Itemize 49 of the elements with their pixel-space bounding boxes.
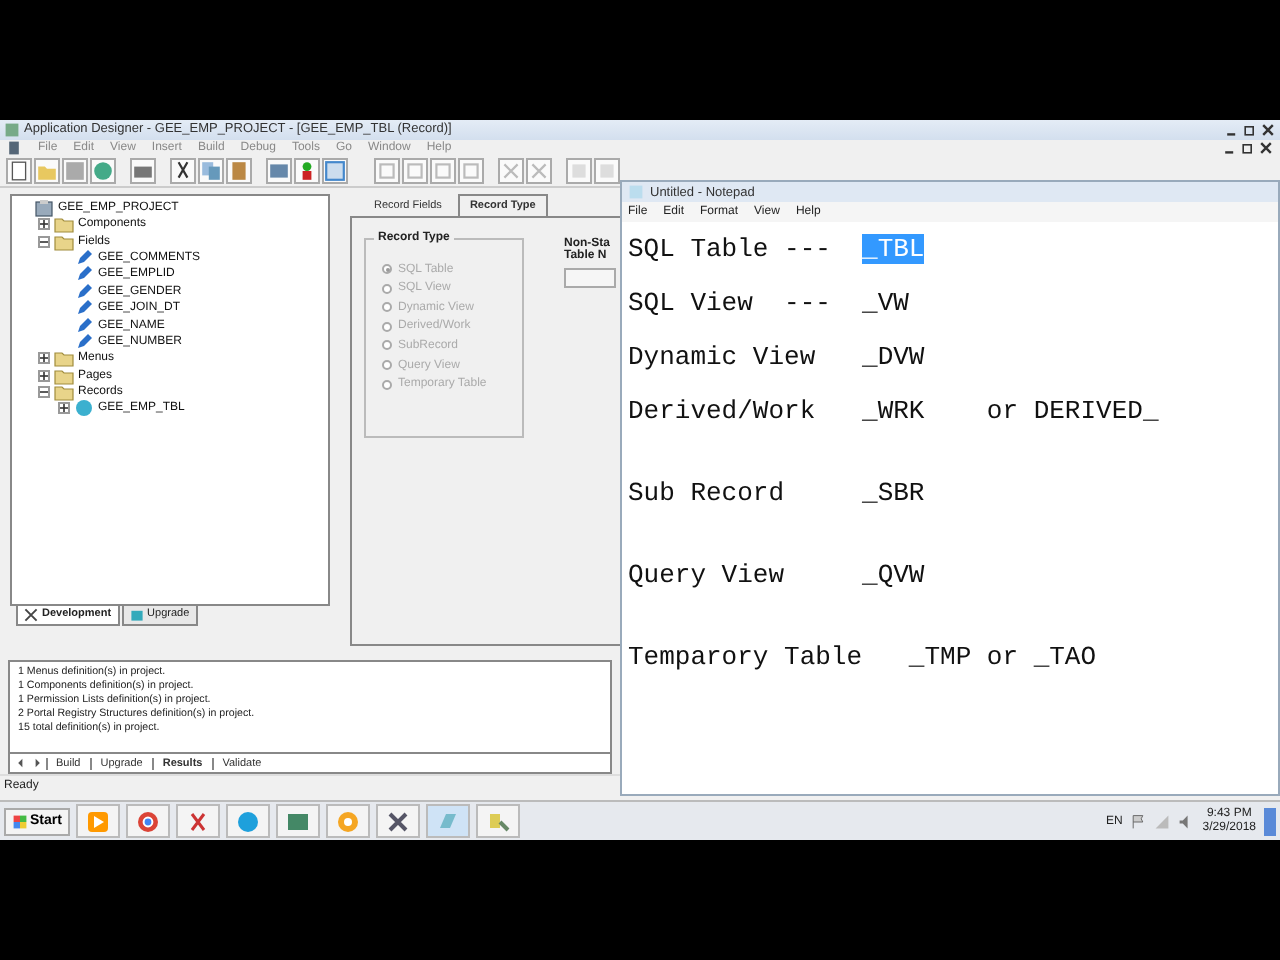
paste-icon[interactable] bbox=[226, 158, 252, 185]
text-line: Temparory Table _TMP or _TAO bbox=[628, 642, 1099, 672]
folder-icon bbox=[54, 348, 74, 369]
grid-icon[interactable] bbox=[458, 158, 484, 185]
browser-icon[interactable] bbox=[125, 804, 170, 838]
collapse-toggle[interactable] bbox=[38, 386, 50, 399]
folder-icon bbox=[54, 231, 74, 252]
text-line: Sub Record _SBR bbox=[628, 478, 927, 508]
grid-icon[interactable] bbox=[594, 158, 620, 185]
new-file-icon[interactable] bbox=[6, 158, 32, 185]
text-line: Query View _QVW bbox=[628, 560, 927, 590]
cylinder-icon bbox=[74, 398, 94, 419]
text-line: SQL View --- _VW bbox=[628, 288, 911, 318]
input-field[interactable] bbox=[564, 267, 616, 288]
right-arrow-icon bbox=[30, 756, 44, 771]
flag-icon bbox=[1130, 813, 1147, 829]
folder-icon bbox=[54, 214, 74, 235]
text-line: Derived/Work _WRK or DERIVED_ bbox=[628, 396, 1161, 426]
grid-icon[interactable] bbox=[430, 158, 456, 185]
expand-toggle[interactable] bbox=[38, 369, 50, 382]
expand-toggle[interactable] bbox=[38, 352, 50, 365]
windows-icon bbox=[12, 813, 28, 829]
project-icon bbox=[34, 197, 54, 218]
grid-icon[interactable] bbox=[402, 158, 428, 185]
save-icon[interactable] bbox=[62, 158, 88, 185]
window-icon[interactable] bbox=[275, 804, 320, 838]
left-arrow-icon bbox=[14, 756, 28, 771]
box-icon bbox=[129, 607, 144, 622]
window-icon[interactable] bbox=[322, 158, 348, 185]
expand-toggle[interactable] bbox=[58, 402, 70, 415]
cross-icon[interactable] bbox=[498, 158, 524, 185]
folder-icon bbox=[54, 365, 74, 386]
expand-toggle[interactable] bbox=[38, 218, 50, 231]
folder-icon bbox=[54, 382, 74, 403]
app-icon bbox=[4, 121, 20, 138]
notepad-icon bbox=[628, 184, 644, 200]
figure-icon[interactable] bbox=[294, 158, 320, 185]
media-player-icon[interactable] bbox=[75, 804, 120, 838]
show-desktop-button[interactable] bbox=[1264, 807, 1276, 835]
grid-icon[interactable] bbox=[566, 158, 592, 185]
text-line: SQL Table --- _TBL bbox=[628, 234, 927, 264]
text-line: Dynamic View _DVW bbox=[628, 342, 927, 372]
collapse-toggle[interactable] bbox=[38, 235, 50, 248]
cross-icon[interactable] bbox=[526, 158, 552, 185]
grid-icon[interactable] bbox=[374, 158, 400, 185]
print-icon[interactable] bbox=[130, 158, 156, 185]
properties-icon[interactable] bbox=[266, 158, 292, 185]
signal-icon bbox=[1154, 813, 1171, 829]
document-icon bbox=[6, 140, 22, 157]
